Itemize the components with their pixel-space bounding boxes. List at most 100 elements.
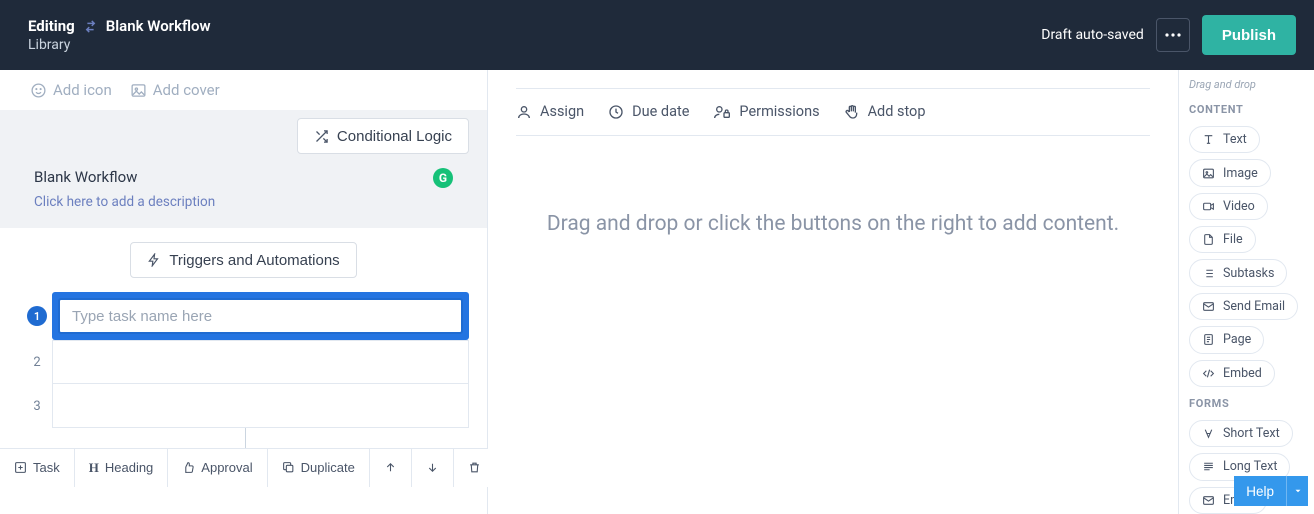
widget-text[interactable]: Text: [1189, 126, 1260, 153]
bolt-icon: [147, 253, 161, 267]
add-stop-button[interactable]: Add stop: [844, 103, 926, 120]
widget-file[interactable]: File: [1189, 226, 1256, 253]
assign-label: Assign: [540, 103, 584, 120]
file-icon: [1202, 233, 1215, 246]
chip-label: Subtasks: [1223, 266, 1274, 281]
conditional-logic-label: Conditional Logic: [337, 128, 452, 145]
widget-subtasks[interactable]: Subtasks: [1189, 259, 1287, 286]
permissions-label: Permissions: [739, 103, 819, 120]
envelope-icon: [1202, 300, 1215, 313]
triggers-automations-button[interactable]: Triggers and Automations: [130, 242, 356, 278]
chip-label: Text: [1223, 132, 1247, 147]
person-lock-icon: [713, 104, 731, 120]
shuffle-icon: [314, 129, 329, 144]
due-date-button[interactable]: Due date: [608, 103, 689, 120]
move-up-button[interactable]: [370, 449, 412, 487]
widget-send-email[interactable]: Send Email: [1189, 293, 1298, 320]
widget-image[interactable]: Image: [1189, 159, 1271, 186]
person-icon: [516, 104, 532, 120]
due-date-label: Due date: [632, 103, 689, 120]
delete-button[interactable]: [454, 449, 495, 487]
trash-icon: [468, 461, 481, 474]
ellipsis-icon: [1165, 33, 1181, 37]
long-text-icon: [1202, 460, 1215, 473]
chip-label: Video: [1223, 199, 1255, 214]
header-title-block: Editing Blank Workflow Library: [28, 17, 211, 53]
thumbs-up-icon: [182, 461, 195, 474]
task-row[interactable]: 1: [22, 292, 469, 340]
image-icon: [130, 82, 147, 99]
hand-icon: [844, 104, 860, 120]
video-icon: [1202, 200, 1215, 213]
chip-label: File: [1223, 232, 1243, 247]
duplicate-button[interactable]: Duplicate: [268, 449, 370, 487]
forms-heading: FORMS: [1189, 397, 1304, 410]
publish-button[interactable]: Publish: [1202, 15, 1296, 55]
add-icon-button[interactable]: Add icon: [30, 81, 112, 99]
arrow-down-icon: [426, 461, 439, 474]
help-widget: Help: [1234, 476, 1308, 506]
drag-drop-hint: Drag and drop: [1189, 78, 1304, 91]
chip-label: Image: [1223, 166, 1258, 181]
add-stop-label: Add stop: [868, 103, 926, 120]
task-meta-actions: Assign Due date Permissions Add stop: [516, 89, 1150, 135]
add-approval-button[interactable]: Approval: [168, 449, 267, 487]
workflow-name: Blank Workflow: [106, 17, 211, 35]
chip-label: Page: [1223, 332, 1251, 347]
page-icon: [1202, 333, 1215, 346]
widget-short-text[interactable]: Short Text: [1189, 420, 1293, 447]
heading-label: Heading: [105, 460, 153, 475]
more-options-button[interactable]: [1156, 18, 1190, 52]
chip-label: Send Email: [1223, 299, 1285, 314]
task-number: 3: [22, 384, 52, 428]
task-name-input[interactable]: [58, 298, 463, 334]
short-text-icon: [1202, 427, 1215, 440]
task-row[interactable]: 2: [22, 340, 469, 384]
chip-label: Embed: [1223, 366, 1262, 381]
widget-sidebar: Drag and drop CONTENT Text Image Video F…: [1178, 70, 1314, 514]
breadcrumb[interactable]: Library: [28, 37, 211, 53]
emoji-icon: [30, 82, 47, 99]
app-header: Editing Blank Workflow Library Draft aut…: [0, 0, 1314, 70]
add-cover-button[interactable]: Add cover: [130, 81, 220, 99]
content-canvas: Assign Due date Permissions Add stop Dra…: [488, 70, 1178, 514]
canvas-placeholder[interactable]: Drag and drop or click the buttons on th…: [516, 136, 1150, 514]
envelope-icon: [1202, 494, 1215, 507]
task-action-bar: Task H Heading Approval Duplicate: [0, 448, 487, 486]
help-button[interactable]: Help: [1234, 476, 1286, 506]
task-number: 2: [22, 340, 52, 384]
autosave-status: Draft auto-saved: [1041, 27, 1144, 43]
add-heading-button[interactable]: H Heading: [75, 449, 169, 487]
grammarly-badge[interactable]: G: [433, 168, 453, 188]
conditional-logic-button[interactable]: Conditional Logic: [297, 118, 469, 154]
workflow-title[interactable]: Blank Workflow: [34, 168, 469, 186]
widget-page[interactable]: Page: [1189, 326, 1264, 353]
widget-embed[interactable]: Embed: [1189, 360, 1275, 387]
add-task-button[interactable]: Task: [0, 449, 75, 487]
widget-video[interactable]: Video: [1189, 193, 1268, 220]
swap-icon: [83, 19, 98, 34]
duplicate-label: Duplicate: [301, 460, 355, 475]
chip-label: Long Text: [1223, 459, 1277, 474]
list-icon: [1202, 267, 1215, 280]
clock-icon: [608, 104, 624, 120]
move-down-button[interactable]: [412, 449, 454, 487]
task-list: 1 2 3: [0, 292, 487, 448]
left-panel: Add icon Add cover Conditional Logic: [0, 70, 488, 514]
approval-label: Approval: [201, 460, 252, 475]
task-label: Task: [33, 460, 60, 475]
triggers-label: Triggers and Automations: [169, 252, 339, 269]
code-icon: [1202, 367, 1215, 380]
connector-line: [245, 428, 246, 448]
editing-label: Editing: [28, 17, 75, 35]
permissions-button[interactable]: Permissions: [713, 103, 819, 120]
workflow-description-placeholder[interactable]: Click here to add a description: [34, 194, 469, 210]
heading-icon: H: [89, 460, 99, 476]
image-icon: [1202, 167, 1215, 180]
task-row[interactable]: 3: [22, 384, 469, 428]
add-cover-label: Add cover: [153, 81, 220, 99]
chip-label: Short Text: [1223, 426, 1280, 441]
help-dropdown-toggle[interactable]: [1286, 476, 1308, 506]
chevron-down-icon: [1293, 486, 1303, 496]
assign-button[interactable]: Assign: [516, 103, 584, 120]
